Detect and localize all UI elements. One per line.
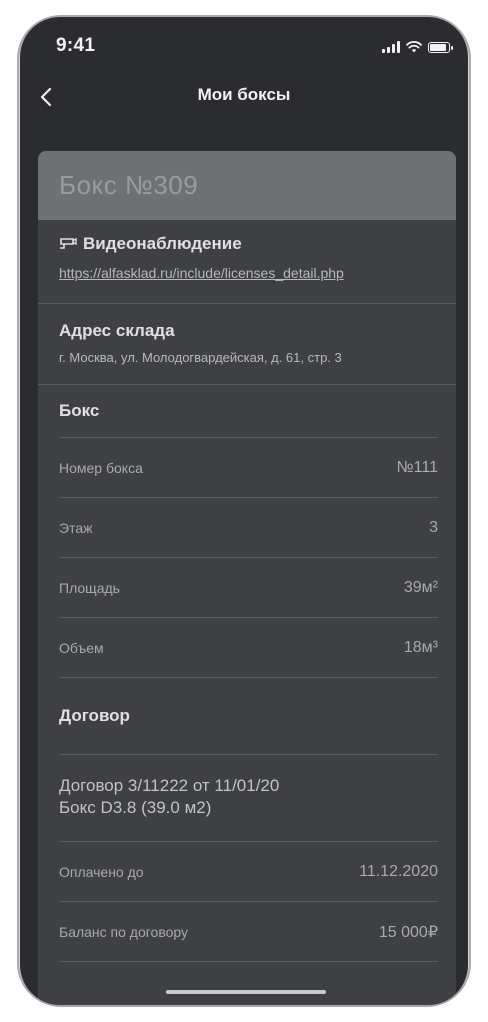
- contract-title: Договор: [59, 678, 438, 755]
- row-value: 15 000₽: [378, 923, 438, 941]
- row-value: №111: [396, 458, 438, 476]
- box-number-row: Номер бокса №111: [59, 438, 438, 498]
- row-value: 39м²: [403, 578, 438, 596]
- box-title: Бокс: [59, 385, 438, 438]
- signal-icon: [382, 41, 400, 53]
- camera-link[interactable]: https://alfasklad.ru/include/licenses_de…: [59, 265, 438, 281]
- status-time: 9:41: [56, 35, 96, 56]
- row-label: Этаж: [59, 519, 93, 536]
- cctv-camera-icon: [60, 237, 77, 249]
- paid-until-row: Оплачено до 11.12.2020: [59, 842, 438, 902]
- floor-row: Этаж 3: [59, 498, 438, 558]
- row-label: Объем: [59, 639, 104, 656]
- status-icons: [382, 39, 453, 53]
- address-section: Адрес склада г. Москва, ул. Молодогварде…: [38, 304, 456, 385]
- contract-line-2: Бокс D3.8 (39.0 м2): [59, 798, 212, 817]
- card-header: Бокс №309: [38, 151, 456, 220]
- contract-line-1: Договор 3/11222 от 11/01/20: [59, 776, 280, 795]
- battery-icon: [428, 42, 453, 53]
- contract-text: Договор 3/11222 от 11/01/20 Бокс D3.8 (3…: [59, 755, 438, 842]
- balance-row: Баланс по договору 15 000₽: [59, 902, 438, 962]
- row-value: 3: [429, 518, 438, 536]
- row-label: Оплачено до: [59, 863, 144, 880]
- nav-bar: Мои боксы: [20, 73, 468, 121]
- card-title: Бокс №309: [59, 170, 199, 200]
- row-value: 18м³: [403, 638, 438, 656]
- address-text: г. Москва, ул. Молодогвардейская, д. 61,…: [59, 350, 342, 365]
- row-label: Площадь: [59, 579, 120, 596]
- wifi-icon: [406, 41, 422, 53]
- box-card: Бокс №309 Видеонаблюдение https://alfask…: [38, 151, 456, 1005]
- camera-section: Видеонаблюдение https://alfasklad.ru/inc…: [38, 220, 456, 304]
- status-bar: 9:41: [20, 17, 468, 73]
- row-value: 11.12.2020: [359, 862, 438, 880]
- home-indicator[interactable]: [166, 990, 326, 994]
- row-label: Баланс по договору: [59, 923, 189, 940]
- area-row: Площадь 39м²: [59, 558, 438, 618]
- camera-title: Видеонаблюдение: [83, 234, 242, 253]
- screen: 9:41 Мои боксы Бокс №309 Видеонаблюдение…: [20, 17, 468, 1005]
- volume-row: Объем 18м³: [59, 618, 438, 678]
- page-title: Мои боксы: [197, 85, 291, 104]
- box-section: Бокс Номер бокса №111 Этаж 3 Площадь 39м…: [38, 385, 456, 962]
- row-label: Номер бокса: [59, 459, 143, 476]
- address-title: Адрес склада: [59, 321, 175, 340]
